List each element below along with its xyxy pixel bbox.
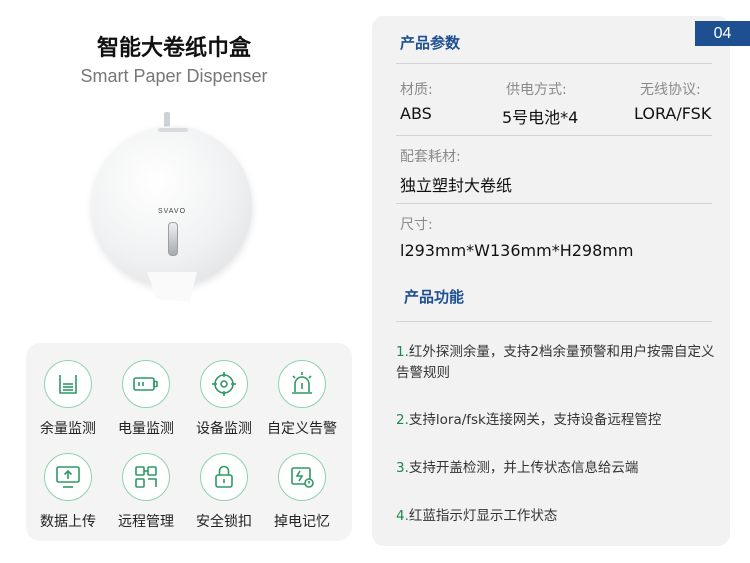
power-value: 5号电池*4: [502, 108, 579, 127]
feature-safety-lock: 安全锁扣: [184, 453, 264, 531]
function-text: 红蓝指示灯显示工作状态: [408, 508, 558, 524]
function-text: 红外探测余量，支持2档余量预警和用户按需自定义告警规则: [396, 344, 715, 381]
feature-data-upload: 数据上传: [28, 453, 108, 531]
feature-power-memory: 掉电记忆: [262, 453, 342, 531]
function-number: 2.: [396, 412, 409, 428]
consumable-value: 独立塑封大卷纸: [400, 176, 513, 195]
feature-label: 掉电记忆: [274, 514, 330, 530]
dispenser-body: SVAVO: [92, 126, 252, 286]
feature-remaining-level: 余量监测: [28, 360, 108, 438]
feature-custom-alarm: 自定义告警: [262, 360, 342, 438]
product-image: SVAVO: [92, 112, 252, 322]
feature-label: 远程管理: [118, 514, 174, 530]
power-memory-icon: [278, 453, 326, 501]
function-item: 2.支持lora/fsk连接网关，支持设备远程管控: [396, 410, 726, 431]
alarm-light-icon: [278, 360, 326, 408]
top-cap: [158, 128, 188, 132]
function-item: 4.红蓝指示灯显示工作状态: [396, 506, 726, 527]
paper-tail: [147, 272, 197, 302]
consumable-label: 配套耗材:: [400, 149, 461, 165]
feature-label: 数据上传: [40, 514, 96, 530]
page-number: 04: [695, 21, 750, 46]
feature-panel: 余量监测 电量监测 设备监测 自定义告警 数据上传 远程管理 安全锁扣 掉电记忆: [26, 343, 352, 541]
battery-icon: [122, 360, 170, 408]
size-value: l293mm*W136mm*H298mm: [400, 241, 634, 260]
remote-grid-icon: [122, 453, 170, 501]
feature-label: 安全锁扣: [196, 514, 252, 530]
power-label: 供电方式:: [506, 82, 567, 98]
material-label: 材质:: [400, 82, 433, 98]
level-window: [168, 222, 178, 256]
divider: [396, 63, 712, 64]
function-item: 1.红外探测余量，支持2档余量预警和用户按需自定义告警规则: [396, 342, 726, 384]
function-item: 3.支持开盖检测，并上传状态信息给云端: [396, 458, 726, 479]
feature-remote-management: 远程管理: [106, 453, 186, 531]
material-value: ABS: [400, 104, 432, 123]
function-number: 4.: [396, 508, 409, 524]
remaining-level-icon: [44, 360, 92, 408]
product-subtitle: Smart Paper Dispenser: [80, 66, 268, 86]
function-number: 3.: [396, 460, 409, 476]
functions-title: 产品功能: [404, 288, 465, 306]
function-text: 支持lora/fsk连接网关，支持设备远程管控: [408, 412, 662, 428]
brand-label: SVAVO: [157, 208, 187, 215]
size-label: 尺寸:: [400, 217, 433, 233]
upload-monitor-icon: [44, 453, 92, 501]
product-title: 智能大卷纸巾盒: [96, 36, 251, 61]
wireless-value: LORA/FSK: [634, 104, 712, 123]
function-text: 支持开盖检测，并上传状态信息给云端: [408, 460, 639, 476]
feature-battery: 电量监测: [106, 360, 186, 438]
divider: [396, 203, 712, 204]
lock-icon: [200, 453, 248, 501]
feature-label: 余量监测: [40, 421, 96, 437]
feature-label: 设备监测: [196, 421, 252, 437]
feature-label: 电量监测: [118, 421, 174, 437]
feature-label: 自定义告警: [267, 421, 337, 437]
divider: [396, 135, 712, 136]
params-title: 产品参数: [400, 34, 461, 52]
wireless-label: 无线协议:: [640, 82, 701, 98]
divider: [396, 321, 712, 322]
target-icon: [200, 360, 248, 408]
function-number: 1.: [396, 344, 409, 360]
feature-device-monitor: 设备监测: [184, 360, 264, 438]
